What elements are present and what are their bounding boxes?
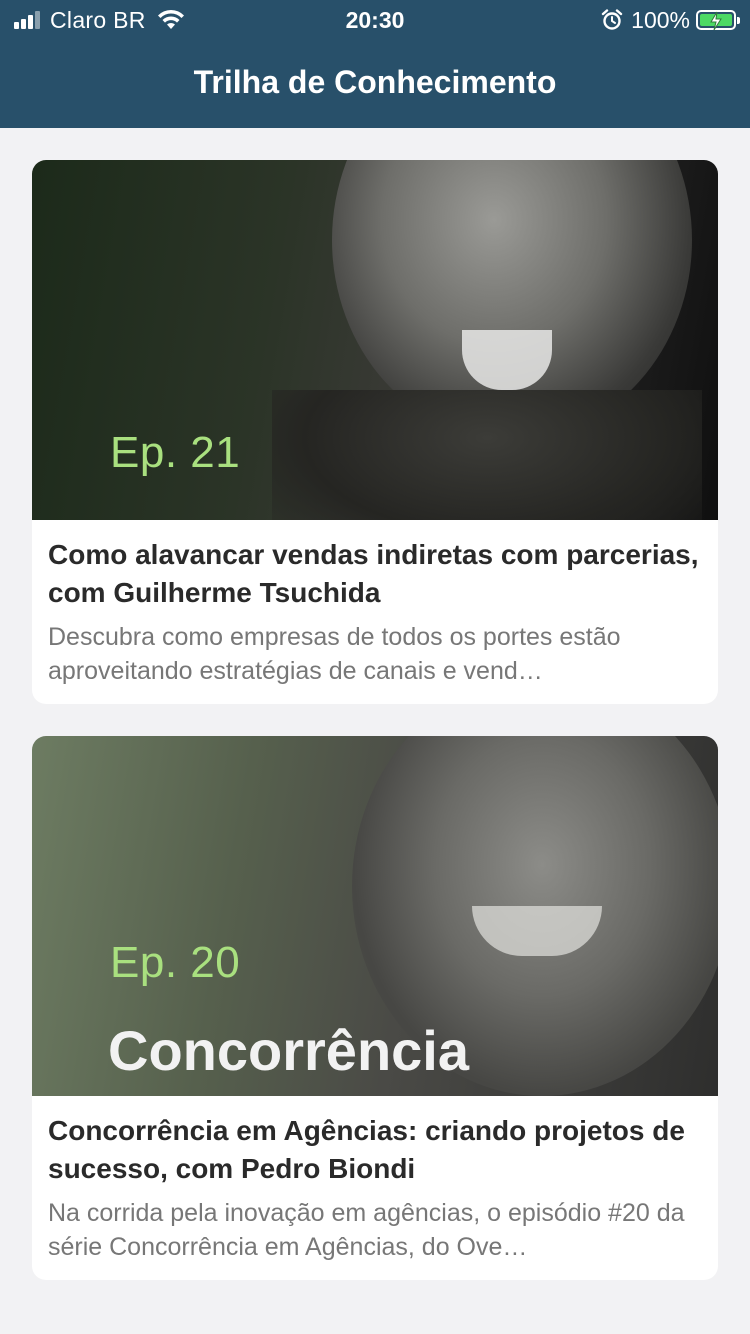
episode-card[interactable]: Ep. 20 Concorrência Concorrência em Agên… <box>32 736 718 1280</box>
status-right: 100% <box>601 6 740 33</box>
episode-thumbnail: Ep. 20 Concorrência <box>32 736 718 1096</box>
alarm-icon <box>601 9 623 30</box>
page-title: Trilha de Conhecimento <box>193 64 557 100</box>
episode-description: Descubra como empresas de todos os porte… <box>48 623 621 685</box>
episode-heading-overlay: Concorrência <box>108 1019 469 1082</box>
episode-title[interactable]: Concorrência em Agências: criando projet… <box>48 1112 702 1188</box>
episode-number-label: Ep. 21 <box>110 428 241 477</box>
status-bar: Claro BR 20:30 100% <box>0 0 750 40</box>
navigation-bar: Claro BR 20:30 100% Trilha de Conhecimen… <box>0 0 750 128</box>
card-body: Concorrência em Agências: criando projet… <box>32 1096 718 1264</box>
battery-percent: 100% <box>631 6 690 33</box>
episode-description: Na corrida pela inovação em agências, o … <box>48 1199 685 1261</box>
episode-thumbnail: Ep. 21 <box>32 160 718 520</box>
episode-title[interactable]: Como alavancar vendas indiretas com parc… <box>48 536 702 612</box>
episode-card[interactable]: Ep. 21 Como alavancar vendas indiretas c… <box>32 160 718 704</box>
host-shoulders <box>272 390 702 520</box>
episode-number-label: Ep. 20 <box>110 938 241 987</box>
card-body: Como alavancar vendas indiretas com parc… <box>32 520 718 688</box>
battery-charging-icon <box>696 10 740 31</box>
